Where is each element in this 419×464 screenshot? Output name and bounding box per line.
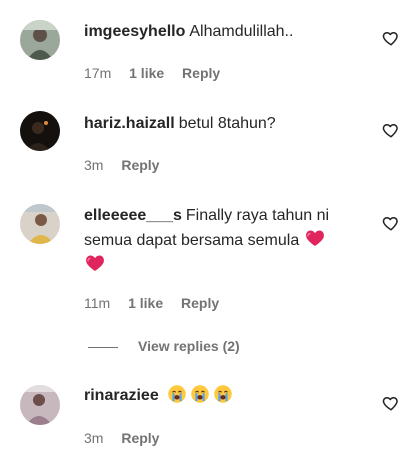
comment-username[interactable]: imgeesyhello: [84, 23, 185, 40]
avatar[interactable]: [20, 385, 60, 425]
divider-line: [88, 346, 118, 348]
comment-time[interactable]: 3m: [84, 430, 103, 446]
like-button[interactable]: [382, 121, 402, 141]
red-heart-emoji-icon: [86, 255, 104, 271]
comment-username[interactable]: elleeeee___s: [84, 207, 182, 224]
comment-text: elleeeee___s Finally raya tahun ni semua …: [84, 204, 354, 278]
heart-outline-icon: [382, 32, 398, 46]
like-button[interactable]: [382, 214, 402, 234]
crying-face-emoji-icon: [168, 385, 186, 403]
comment-likes[interactable]: 1 like: [129, 65, 164, 81]
comment-time[interactable]: 11m: [84, 295, 110, 311]
comment-meta: 3m Reply: [84, 429, 173, 447]
reply-button[interactable]: Reply: [182, 65, 220, 81]
red-heart-emoji-icon: [305, 230, 324, 246]
comment-username[interactable]: rinaraziee: [84, 387, 159, 404]
heart-outline-icon: [382, 397, 398, 411]
comment-time[interactable]: 3m: [84, 157, 103, 173]
crying-face-emoji-icon: [214, 385, 232, 403]
reply-button[interactable]: Reply: [181, 295, 219, 311]
comment-meta: 3m Reply: [84, 156, 173, 174]
crying-face-emoji-icon: [191, 385, 209, 403]
comment-username[interactable]: hariz.haizall: [84, 115, 175, 132]
heart-outline-icon: [382, 217, 398, 231]
view-replies-button[interactable]: View replies (2): [88, 338, 240, 358]
comment-body: betul 8tahun?: [178, 115, 276, 132]
like-button[interactable]: [382, 29, 402, 49]
comment-time[interactable]: 17m: [84, 65, 111, 81]
comment-likes[interactable]: 1 like: [128, 295, 163, 311]
comment-meta: 11m 1 like Reply: [84, 294, 233, 312]
view-replies-label[interactable]: View replies (2): [138, 338, 240, 354]
comment-text: hariz.haizall betul 8tahun?: [84, 112, 354, 136]
reply-button[interactable]: Reply: [121, 157, 159, 173]
heart-outline-icon: [382, 124, 398, 138]
avatar[interactable]: [20, 111, 60, 151]
avatar[interactable]: [20, 204, 60, 244]
avatar[interactable]: [20, 20, 60, 60]
comment-text: imgeesyhello Alhamdulillah..: [84, 20, 354, 44]
comment-body: Alhamdulillah..: [189, 23, 294, 40]
comment-meta: 17m 1 like Reply: [84, 64, 234, 82]
reply-button[interactable]: Reply: [121, 430, 159, 446]
comment-text: rinaraziee: [84, 384, 354, 408]
like-button[interactable]: [382, 394, 402, 414]
